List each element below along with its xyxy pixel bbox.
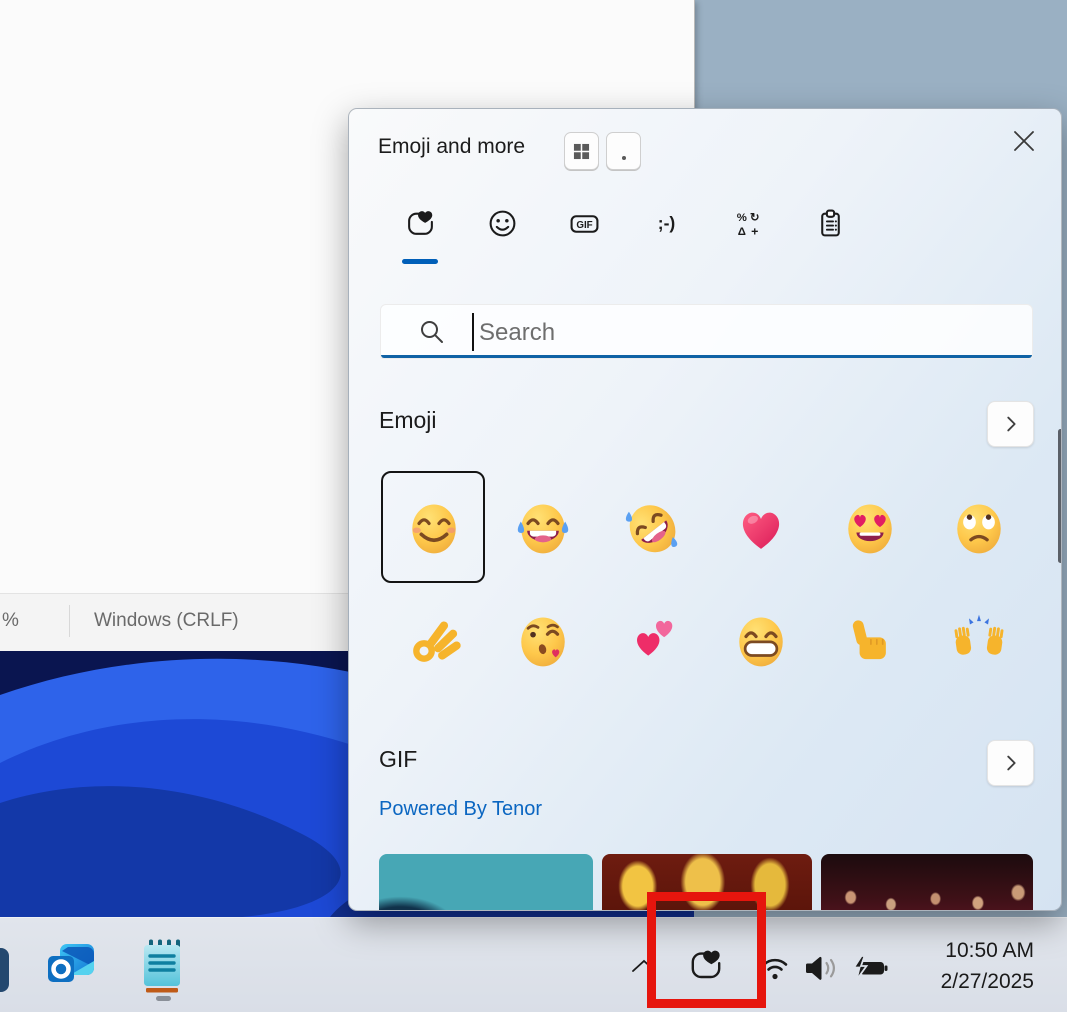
search-icon [419,319,445,345]
emoji-smiling-face-with-smiling-eyes[interactable] [405,499,463,557]
gif-section-label: GIF [379,746,417,773]
search-box[interactable] [380,304,1033,359]
clock-date: 2/27/2025 [941,966,1034,997]
tab-kaomoji[interactable]: ;-) [642,199,690,247]
svg-text:↻: ↻ [749,211,759,223]
tab-emoji[interactable] [478,199,526,247]
emoji-thumbs-up[interactable] [841,612,899,670]
gif-more-button[interactable] [987,740,1034,786]
tab-most-recent[interactable] [396,199,444,247]
desktop: % Windows (CRLF) [0,0,1067,1012]
panel-scrollbar-thumb[interactable] [1058,429,1062,563]
notepad-zoom-level: % [2,610,19,632]
emoji-section-label: Emoji [379,407,437,434]
volume-icon[interactable] [801,954,841,982]
search-input[interactable] [477,309,1021,356]
notepad-taskbar-icon[interactable] [139,938,185,994]
outlook-taskbar-icon[interactable] [46,942,98,990]
taskbar-clock[interactable]: 10:50 AM 2/27/2025 [941,935,1034,997]
svg-text:Δ: Δ [737,225,745,237]
svg-text:GIF: GIF [576,220,592,231]
gif-thumbnail-teal[interactable] [379,854,593,911]
taskbar: 10:50 AM 2/27/2025 [0,917,1067,1012]
tenor-attribution-link[interactable]: Powered By Tenor [379,798,542,821]
emoji-two-hearts[interactable] [623,612,681,670]
notepad-line-ending: Windows (CRLF) [94,610,239,632]
clock-time: 10:50 AM [941,935,1034,966]
windows-key-badge [564,132,599,170]
emoji-red-heart[interactable] [732,499,790,557]
emoji-row [405,499,1008,557]
emoji-panel: Emoji and more GIF;-)% ↻ Δ + [348,108,1062,911]
text-caret [472,313,474,351]
status-divider [69,605,70,637]
emoji-raising-hands[interactable] [950,612,1008,670]
emoji-ok-hand[interactable] [405,612,463,670]
panel-title: Emoji and more [378,135,525,159]
selected-tab-indicator [402,259,438,264]
emoji-face-with-rolling-eyes[interactable] [950,499,1008,557]
search-focus-underline [381,355,1032,358]
svg-text:%: % [736,211,746,223]
emoji-row [405,612,1008,670]
emoji-more-button[interactable] [987,401,1034,447]
emoji-beaming-face-with-smiling-eyes[interactable] [732,612,790,670]
notepad-running-indicator [156,996,171,1001]
tab-symbols[interactable]: % ↻ Δ + [724,199,772,247]
tab-clipboard[interactable] [806,199,854,247]
partial-app-icon[interactable] [0,948,9,992]
category-tab-row: GIF;-)% ↻ Δ + [396,199,854,247]
battery-charging-icon[interactable] [848,955,892,981]
emoji-rolling-on-the-floor-laughing[interactable] [623,499,681,557]
tab-gif[interactable]: GIF [560,199,608,247]
gif-thumbnail-audience[interactable] [821,854,1033,911]
svg-text:+: + [751,224,758,238]
emoji-face-with-tears-of-joy[interactable] [514,499,572,557]
close-icon[interactable] [1009,126,1039,156]
emoji-smiling-face-with-heart-eyes[interactable] [841,499,899,557]
emoji-face-blowing-a-kiss[interactable] [514,612,572,670]
svg-text:;-): ;-) [657,213,675,233]
annotation-highlight-box [647,892,766,1008]
period-key-badge [606,132,641,170]
